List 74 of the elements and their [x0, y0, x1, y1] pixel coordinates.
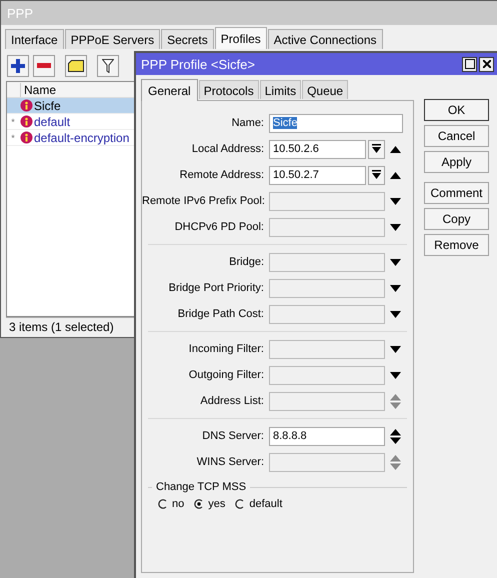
arrow-down-bar-icon — [372, 170, 381, 180]
profile-icon — [20, 99, 33, 112]
field-label: WINS Server: — [196, 456, 265, 468]
close-button[interactable] — [479, 56, 494, 72]
field-label: Bridge Port Priority: — [168, 282, 265, 294]
field-label: Name: — [230, 117, 265, 129]
maximize-icon — [464, 59, 474, 69]
arrow-up-icon[interactable] — [390, 146, 401, 152]
arrow-down-icon[interactable] — [390, 346, 401, 352]
profile-name: default-encryption — [34, 130, 130, 144]
field-label: Address List: — [199, 395, 265, 407]
profile-name: default — [34, 114, 70, 128]
dropdown-button[interactable] — [368, 140, 385, 158]
radio-button[interactable] — [235, 499, 246, 509]
minus-icon — [37, 63, 51, 69]
field-label: DNS Server: — [201, 430, 265, 442]
plus-icon — [11, 59, 25, 73]
arrow-down-icon[interactable] — [390, 224, 401, 230]
tab[interactable]: Protocols — [198, 80, 259, 99]
comment-button[interactable] — [65, 55, 87, 77]
up-down-arrows-icon[interactable] — [390, 428, 401, 444]
tab[interactable]: General — [141, 79, 198, 101]
field-label: Remote IPv6 Prefix Pool: — [142, 195, 266, 207]
field-label: Local Address: — [190, 143, 265, 155]
remove-button[interactable] — [33, 55, 55, 77]
tab[interactable]: Limits — [260, 80, 302, 99]
dialog-button[interactable]: Cancel — [424, 125, 489, 147]
input-field[interactable]: Sicfe — [269, 114, 403, 132]
arrow-down-icon[interactable] — [390, 198, 401, 204]
dialog-title: PPP Profile <Sicfe> — [141, 56, 255, 72]
arrow-down-icon[interactable] — [390, 372, 401, 378]
field-label: Bridge: — [228, 256, 265, 268]
tab[interactable]: Interface — [5, 29, 64, 49]
radio-button[interactable] — [194, 499, 204, 509]
field-label: Remote Address: — [178, 169, 265, 181]
input-field[interactable]: 10.50.2.7 — [269, 166, 366, 184]
tab[interactable]: Queue — [302, 80, 348, 99]
dialog-button[interactable]: OK — [424, 99, 489, 121]
tab[interactable]: Profiles — [214, 27, 267, 49]
group-title: Change TCP MSS — [156, 481, 246, 493]
maximize-button[interactable] — [462, 56, 477, 72]
tab[interactable]: Secrets — [161, 29, 214, 49]
dialog-button[interactable]: Copy — [424, 208, 489, 230]
tab[interactable]: PPPoE Servers — [64, 29, 160, 49]
input-field[interactable]: 10.50.2.6 — [269, 140, 366, 158]
arrow-down-icon[interactable] — [390, 310, 401, 318]
close-icon — [482, 60, 490, 68]
arrow-down-icon[interactable] — [390, 284, 401, 292]
dialog-button[interactable]: Comment — [424, 182, 489, 204]
dialog-button[interactable]: Apply — [424, 151, 489, 173]
input-field[interactable]: 8.8.8.8 — [269, 426, 385, 446]
radio-button[interactable] — [158, 499, 168, 509]
field-label: Incoming Filter: — [188, 343, 265, 355]
profile-name: Sicfe — [34, 98, 61, 112]
flag-marker: * — [11, 116, 15, 126]
field-label: Bridge Path Cost: — [176, 308, 265, 320]
radio-option[interactable]: no — [158, 498, 184, 510]
add-button[interactable] — [7, 55, 29, 77]
filter-button[interactable] — [97, 55, 119, 77]
field-label: DHCPv6 PD Pool: — [174, 221, 265, 233]
dialog-button[interactable]: Remove — [424, 234, 489, 256]
dropdown-button[interactable] — [368, 166, 385, 184]
arrow-down-icon[interactable] — [390, 258, 401, 266]
filter-icon — [102, 59, 114, 73]
tab[interactable]: Active Connections — [268, 29, 383, 49]
arrow-up-icon[interactable] — [390, 172, 401, 178]
flag-marker: * — [11, 132, 15, 142]
radio-option[interactable]: yes — [194, 498, 226, 510]
profile-icon — [20, 131, 33, 144]
profile-icon — [20, 115, 33, 128]
radio-option[interactable]: default — [235, 498, 282, 510]
field-label: Outgoing Filter: — [188, 369, 265, 381]
arrow-down-bar-icon — [372, 144, 381, 154]
note-icon — [68, 60, 84, 72]
